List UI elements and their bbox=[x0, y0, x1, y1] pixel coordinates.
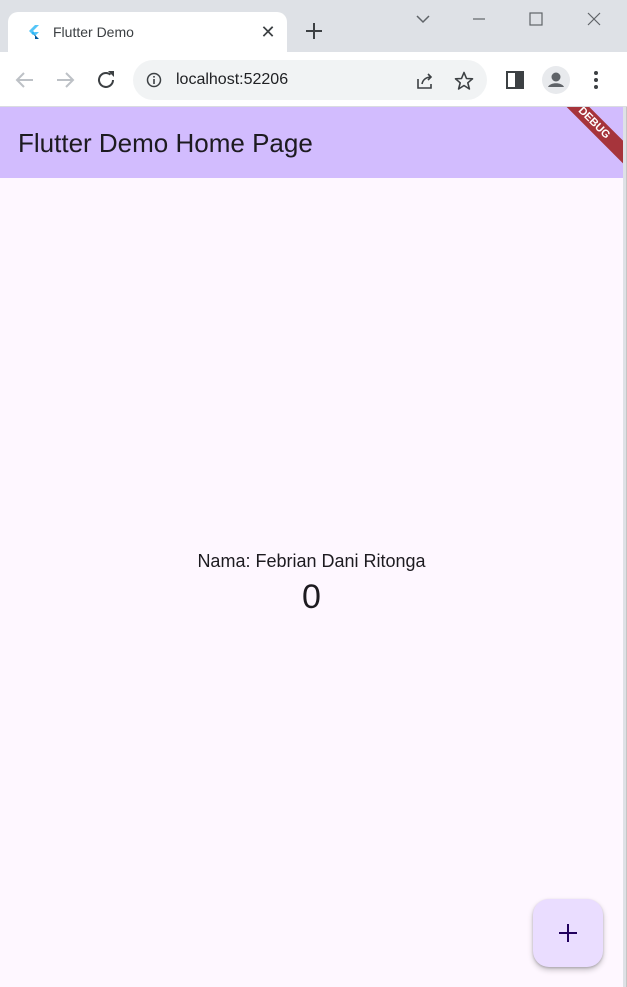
more-menu-icon[interactable] bbox=[584, 68, 608, 92]
page-viewport: Flutter Demo Home Page DEBUG Nama: Febri… bbox=[0, 107, 623, 987]
tab-strip: Flutter Demo ✕ bbox=[0, 0, 627, 52]
add-icon bbox=[559, 924, 577, 942]
address-bar[interactable]: localhost:52206 bbox=[133, 60, 487, 100]
new-tab-icon[interactable] bbox=[303, 20, 325, 42]
browser-toolbar: localhost:52206 bbox=[0, 52, 627, 107]
share-icon[interactable] bbox=[414, 70, 436, 92]
forward-icon[interactable] bbox=[53, 68, 77, 92]
close-window-icon[interactable] bbox=[579, 8, 609, 30]
counter-value: 0 bbox=[302, 578, 321, 616]
app-bar: Flutter Demo Home Page bbox=[0, 107, 623, 178]
maximize-icon[interactable] bbox=[521, 8, 551, 30]
profile-avatar-icon[interactable] bbox=[541, 65, 571, 95]
url-text[interactable]: localhost:52206 bbox=[176, 71, 288, 89]
back-icon[interactable] bbox=[13, 68, 37, 92]
info-icon[interactable] bbox=[146, 72, 162, 88]
side-panel-icon[interactable] bbox=[503, 68, 527, 92]
tab-title: Flutter Demo bbox=[53, 24, 134, 40]
tab-close-icon[interactable]: ✕ bbox=[259, 23, 277, 41]
name-label: Nama: Febrian Dani Ritonga bbox=[197, 551, 426, 571]
minimize-icon[interactable] bbox=[464, 8, 494, 30]
browser-window: Flutter Demo ✕ localhost:52206 Flutter D… bbox=[0, 0, 627, 987]
flutter-icon bbox=[29, 25, 39, 39]
page-title: Flutter Demo Home Page bbox=[18, 128, 313, 158]
increment-button[interactable] bbox=[533, 899, 603, 967]
tab-flutter-demo[interactable]: Flutter Demo ✕ bbox=[8, 12, 287, 52]
tab-search-chevron-icon[interactable] bbox=[408, 8, 438, 30]
bookmark-star-icon[interactable] bbox=[453, 70, 475, 92]
reload-icon[interactable] bbox=[94, 68, 118, 92]
